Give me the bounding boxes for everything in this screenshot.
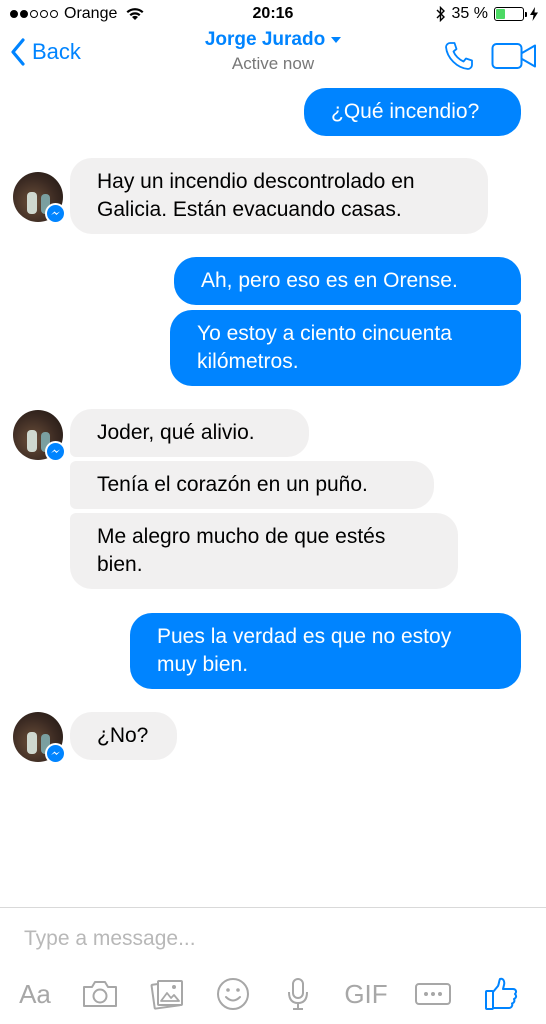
message-text: Ah, pero eso es en Orense.: [201, 269, 458, 292]
text-format-label: Aa: [19, 978, 51, 1009]
battery-level-fill: [496, 9, 506, 19]
video-call-icon[interactable]: [491, 42, 537, 70]
message-input[interactable]: [24, 922, 524, 956]
message-bubble-incoming[interactable]: Hay un incendio descontrolado en Galicia…: [70, 158, 488, 234]
messenger-badge-icon: [45, 441, 66, 462]
status-bar: Orange 20:16 35 %: [0, 0, 546, 30]
gif-button[interactable]: GIF: [341, 972, 391, 1016]
camera-icon: [83, 981, 117, 1007]
composer-divider: [0, 907, 546, 908]
message-text: ¿Qué incendio?: [331, 100, 480, 123]
photo-gallery-icon: [150, 980, 183, 1010]
voice-clip-button[interactable]: [284, 972, 312, 1016]
charging-bolt-icon: [530, 7, 538, 21]
microphone-icon: [288, 978, 308, 1010]
status-right: 35 %: [436, 5, 538, 23]
message-bubble-outgoing[interactable]: Pues la verdad es que no estoy muy bien.: [130, 613, 521, 689]
message-bubble-incoming[interactable]: Me alegro mucho de que estés bien.: [70, 513, 458, 589]
battery-percent: 35 %: [451, 5, 488, 22]
camera-button[interactable]: [80, 972, 120, 1016]
message-bubble-outgoing[interactable]: Yo estoy a ciento cincuenta kilómetros.: [170, 310, 521, 386]
message-text: Hay un incendio descontrolado en Galicia…: [97, 170, 415, 221]
message-bubble-incoming[interactable]: ¿No?: [70, 712, 177, 760]
chevron-down-icon: [331, 37, 342, 43]
messenger-badge-icon: [45, 203, 66, 224]
messenger-bolt-icon: [51, 751, 60, 755]
message-bubble-incoming[interactable]: Joder, qué alivio.: [70, 409, 309, 457]
message-bubble-outgoing[interactable]: ¿Qué incendio?: [304, 88, 521, 136]
contact-avatar[interactable]: [13, 712, 66, 764]
battery-icon: [494, 7, 527, 21]
message-text: Pues la verdad es que no estoy muy bien.: [157, 625, 452, 676]
messenger-bolt-icon: [51, 211, 60, 215]
more-options-button[interactable]: [413, 972, 453, 1016]
gif-label: GIF: [344, 978, 388, 1009]
thumbs-up-icon: [485, 977, 518, 1010]
message-text: Joder, qué alivio.: [97, 421, 255, 444]
message-text: Tenía el corazón en un puño.: [97, 473, 368, 496]
message-bubble-outgoing[interactable]: Ah, pero eso es en Orense.: [174, 257, 521, 305]
bluetooth-icon: [436, 6, 445, 22]
message-bubble-incoming[interactable]: Tenía el corazón en un puño.: [70, 461, 434, 509]
message-text: Me alegro mucho de que estés bien.: [97, 525, 386, 576]
photo-gallery-button[interactable]: [148, 972, 186, 1016]
more-options-icon: [415, 983, 451, 1005]
message-text: Yo estoy a ciento cincuenta kilómetros.: [197, 322, 452, 373]
conversation-header: Back Jorge Jurado Active now: [0, 28, 546, 86]
like-button[interactable]: [481, 972, 521, 1016]
emoji-icon: [217, 978, 249, 1010]
contact-avatar[interactable]: [13, 172, 66, 224]
text-format-button[interactable]: Aa: [12, 972, 58, 1016]
messenger-badge-icon: [45, 743, 66, 764]
message-text: ¿No?: [97, 724, 149, 747]
messenger-bolt-icon: [51, 449, 60, 453]
contact-avatar[interactable]: [13, 410, 66, 462]
emoji-button[interactable]: [215, 972, 251, 1016]
contact-name-button[interactable]: Jorge Jurado: [204, 29, 342, 51]
phone-call-icon[interactable]: [443, 40, 475, 72]
contact-name: Jorge Jurado: [204, 29, 326, 50]
